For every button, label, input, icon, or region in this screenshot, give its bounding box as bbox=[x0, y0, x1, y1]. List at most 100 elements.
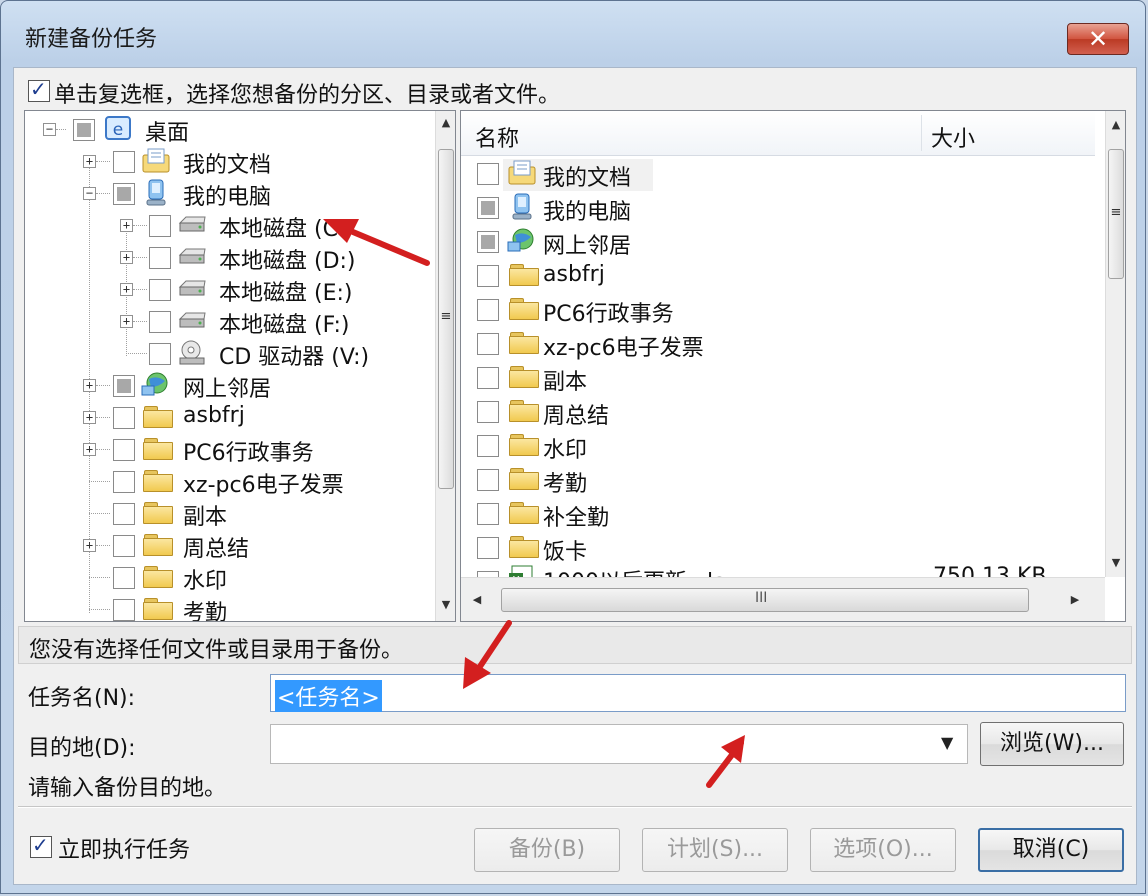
destination-combo[interactable]: ▼ bbox=[270, 724, 968, 764]
list-checkbox[interactable] bbox=[477, 435, 499, 457]
tree-label: asbfrj bbox=[183, 403, 245, 428]
status-bar: 您没有选择任何文件或目录用于备份。 bbox=[18, 626, 1132, 664]
list-item-name[interactable]: 补全勤 bbox=[543, 500, 609, 532]
close-button[interactable]: ✕ bbox=[1067, 23, 1129, 55]
drive-icon bbox=[178, 216, 206, 232]
list-item-name[interactable]: 饭卡 bbox=[543, 534, 587, 566]
instruction-text: 单击复选框，选择您想备份的分区、目录或者文件。 bbox=[54, 83, 561, 108]
tree-checkbox-network[interactable] bbox=[113, 375, 135, 397]
list-checkbox[interactable] bbox=[477, 469, 499, 491]
list-item-name[interactable]: 周总结 bbox=[543, 398, 609, 430]
list-checkbox[interactable] bbox=[477, 537, 499, 559]
tree-checkbox-xz-pc6[interactable] bbox=[113, 471, 135, 493]
column-size[interactable]: 大小 bbox=[931, 121, 975, 153]
cancel-button[interactable]: 取消(C) bbox=[978, 828, 1124, 872]
tree-checkbox-drive-e[interactable] bbox=[149, 279, 171, 301]
collapse-toggle[interactable]: − bbox=[43, 123, 56, 136]
status-text: 您没有选择任何文件或目录用于备份。 bbox=[29, 638, 404, 663]
dropdown-arrow-icon[interactable]: ▼ bbox=[941, 733, 953, 752]
collapse-toggle[interactable]: − bbox=[83, 187, 96, 200]
scroll-up-arrow[interactable]: ▲ bbox=[436, 113, 455, 133]
list-checkbox[interactable] bbox=[477, 367, 499, 389]
expand-toggle[interactable]: + bbox=[120, 283, 133, 296]
title-bar[interactable]: 新建备份任务 ✕ bbox=[1, 1, 1145, 61]
instruction-checkbox[interactable]: ✓ bbox=[28, 77, 50, 102]
scroll-right-arrow[interactable]: ▶ bbox=[1065, 590, 1085, 610]
scroll-left-arrow[interactable]: ◀ bbox=[467, 590, 487, 610]
list-item-name[interactable]: 网上邻居 bbox=[543, 228, 631, 260]
tree-checkbox-weekly[interactable] bbox=[113, 535, 135, 557]
list-checkbox[interactable] bbox=[477, 299, 499, 321]
tree-checkbox-asbfrj[interactable] bbox=[113, 407, 135, 429]
tree-checkbox-attendance[interactable] bbox=[113, 599, 135, 621]
column-divider[interactable] bbox=[921, 115, 922, 151]
tree-checkbox-drive-d[interactable] bbox=[149, 247, 171, 269]
scroll-down-arrow[interactable]: ▼ bbox=[1106, 553, 1125, 573]
tree-checkbox-drive-c[interactable] bbox=[149, 215, 171, 237]
list-item-name[interactable]: 我的电脑 bbox=[543, 194, 631, 226]
scroll-down-arrow[interactable]: ▼ bbox=[436, 595, 455, 615]
list-checkbox[interactable] bbox=[477, 401, 499, 423]
list-checkbox[interactable] bbox=[477, 163, 499, 185]
drive-icon bbox=[178, 248, 206, 264]
list-checkbox[interactable] bbox=[477, 333, 499, 355]
tree-checkbox-my-computer[interactable] bbox=[113, 183, 135, 205]
separator bbox=[18, 806, 1132, 808]
list-item-name[interactable]: 我的文档 bbox=[543, 160, 631, 192]
list-scrollbar[interactable]: ▲ ≡ ▼ bbox=[1105, 111, 1125, 577]
thumb-grip: ≡ bbox=[1110, 205, 1122, 220]
list-checkbox[interactable] bbox=[477, 265, 499, 287]
list-checkbox[interactable] bbox=[477, 197, 499, 219]
window-title: 新建备份任务 bbox=[25, 27, 158, 52]
list-hscrollbar[interactable]: ◀ III ▶ bbox=[461, 577, 1105, 621]
expand-toggle[interactable]: + bbox=[120, 219, 133, 232]
folder-tree[interactable]: − e 桌面 + 我的文档 − 我的电脑 + 本地磁盘 (C:) + 本地磁盘 … bbox=[24, 110, 456, 622]
tree-checkbox-drive-f[interactable] bbox=[149, 311, 171, 333]
list-item-name[interactable]: 1000以后更新.xlsx bbox=[543, 564, 738, 577]
list-checkbox[interactable] bbox=[477, 231, 499, 253]
list-item-name[interactable]: asbfrj bbox=[543, 262, 605, 287]
tree-line bbox=[126, 353, 147, 354]
list-checkbox[interactable] bbox=[477, 503, 499, 525]
file-list[interactable]: 名称 大小 我的文档 我的电脑 网上邻居 asbfrj PC6行政事务 xz-p… bbox=[460, 110, 1126, 622]
tree-label: xz-pc6电子发票 bbox=[183, 473, 344, 498]
tree-label: 桌面 bbox=[145, 121, 190, 146]
folder-icon bbox=[509, 433, 539, 456]
expand-toggle[interactable]: + bbox=[83, 155, 96, 168]
expand-toggle[interactable]: + bbox=[120, 251, 133, 264]
tree-checkbox-my-documents[interactable] bbox=[113, 151, 135, 173]
list-item-name[interactable]: PC6行政事务 bbox=[543, 296, 674, 328]
tree-line bbox=[133, 257, 147, 258]
scroll-up-arrow[interactable]: ▲ bbox=[1106, 115, 1125, 135]
task-name-field[interactable]: <任务名> bbox=[270, 674, 1126, 712]
list-item-name[interactable]: 水印 bbox=[543, 432, 587, 464]
list-item-name[interactable]: 副本 bbox=[543, 364, 587, 396]
tree-scrollbar[interactable]: ▲ ≡ ▼ bbox=[435, 111, 455, 621]
tree-checkbox-desktop[interactable] bbox=[73, 119, 95, 141]
tree-checkbox-cd-drive[interactable] bbox=[149, 343, 171, 365]
expand-toggle[interactable]: + bbox=[83, 443, 96, 456]
browse-button[interactable]: 浏览(W)... bbox=[980, 722, 1124, 766]
documents-icon bbox=[508, 160, 536, 185]
expand-toggle[interactable]: + bbox=[120, 315, 133, 328]
expand-toggle[interactable]: + bbox=[83, 379, 96, 392]
folder-icon bbox=[143, 533, 173, 556]
annotation-arrow-icon bbox=[463, 620, 512, 689]
column-name[interactable]: 名称 bbox=[475, 121, 519, 153]
tree-checkbox-watermark[interactable] bbox=[113, 567, 135, 589]
computer-icon bbox=[512, 193, 532, 220]
documents-icon bbox=[142, 148, 170, 173]
list-item-name[interactable]: 考勤 bbox=[543, 466, 587, 498]
tree-line bbox=[56, 129, 66, 130]
tree-checkbox-copy[interactable] bbox=[113, 503, 135, 525]
options-button[interactable]: 选项(O)... bbox=[810, 828, 956, 872]
list-item-name[interactable]: xz-pc6电子发票 bbox=[543, 330, 704, 362]
schedule-button[interactable]: 计划(S)... bbox=[642, 828, 788, 872]
tree-line bbox=[89, 513, 110, 514]
tree-label: PC6行政事务 bbox=[183, 441, 314, 466]
expand-toggle[interactable]: + bbox=[83, 539, 96, 552]
expand-toggle[interactable]: + bbox=[83, 411, 96, 424]
backup-button[interactable]: 备份(B) bbox=[474, 828, 620, 872]
run-now-checkbox[interactable]: ✓ bbox=[30, 833, 52, 858]
tree-checkbox-pc6[interactable] bbox=[113, 439, 135, 461]
